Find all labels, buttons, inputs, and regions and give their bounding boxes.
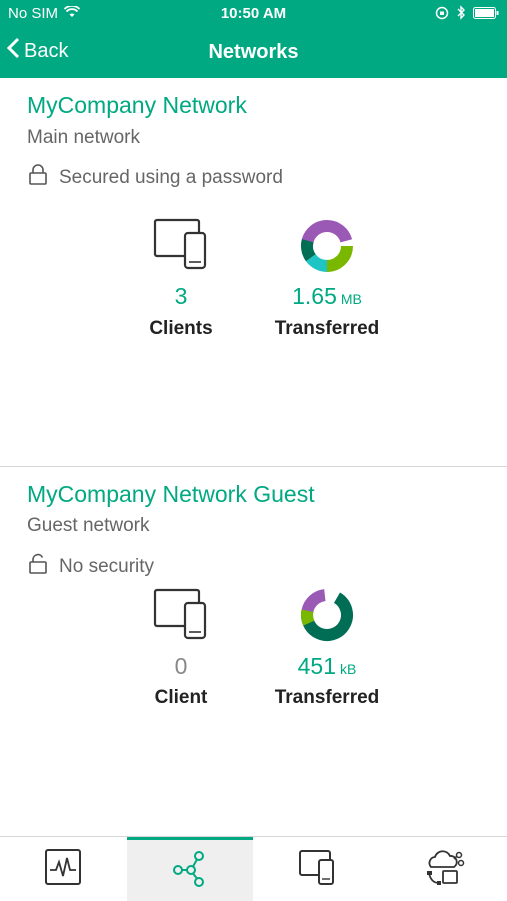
network-type: Main network [27, 127, 140, 148]
transferred-amount: 1.65 MB [257, 283, 397, 310]
network-card-guest[interactable]: MyCompany Network Guest Guest network No… [0, 467, 507, 836]
devices-icon [153, 217, 209, 276]
cloud-services-icon [423, 847, 465, 892]
transferred-label: Transferred [274, 318, 380, 339]
transferred-unit: kB [340, 661, 357, 677]
activity-monitor-icon [44, 848, 82, 891]
lock-closed-icon [27, 164, 49, 192]
clients-count: 0 [174, 653, 188, 679]
page-title: Networks [208, 41, 299, 63]
navigation-bar: Back Networks [0, 28, 507, 78]
clients-label: Clients [149, 318, 213, 339]
status-bar: No SIM 10:50 AM [0, 0, 507, 28]
security-row: Secured using a password [27, 164, 283, 192]
network-type: Guest network [27, 515, 150, 536]
tab-services[interactable] [381, 837, 507, 901]
battery-icon [473, 6, 499, 23]
transferred-amount: 451 kB [257, 653, 397, 680]
network-name: MyCompany Network [27, 92, 247, 118]
devices-icon [153, 587, 209, 646]
security-row: No security [27, 553, 154, 581]
tab-devices[interactable] [254, 837, 380, 901]
transferred-unit: MB [340, 291, 362, 307]
devices-icon [297, 848, 337, 891]
tab-bar [0, 836, 507, 901]
security-label: No security [59, 556, 155, 577]
network-card-main[interactable]: MyCompany Network Main network Secured u… [0, 78, 507, 466]
network-nodes-icon [170, 849, 210, 892]
transferred-value: 1.65 [292, 283, 337, 309]
traffic-donut-icon [299, 587, 355, 648]
orientation-lock-icon [435, 6, 449, 24]
tab-networks[interactable] [127, 837, 253, 901]
status-time: 10:50 AM [220, 5, 287, 22]
clients-count: 3 [174, 283, 188, 309]
lock-open-icon [27, 553, 49, 581]
clients-label: Client [154, 687, 208, 708]
bluetooth-icon [456, 5, 466, 24]
transferred-label: Transferred [274, 687, 380, 708]
security-label: Secured using a password [59, 167, 283, 188]
network-name: MyCompany Network Guest [27, 481, 315, 507]
traffic-donut-icon [299, 218, 355, 279]
status-right [435, 5, 499, 24]
transferred-value: 451 [297, 653, 337, 679]
tab-activity[interactable] [0, 837, 126, 901]
